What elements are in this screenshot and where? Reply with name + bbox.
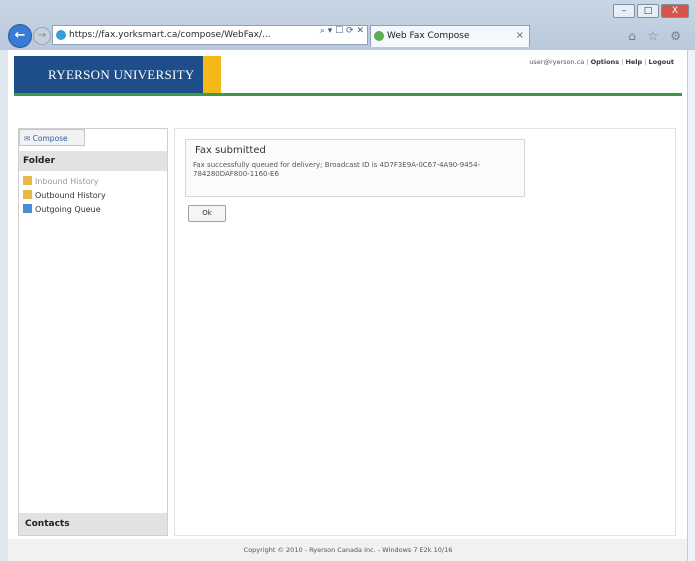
- address-bar[interactable]: https://fax.yorksmart.ca/compose/WebFax/…: [52, 25, 368, 45]
- inbound-history-icon: [23, 176, 32, 185]
- maximize-button[interactable]: □: [637, 4, 659, 18]
- compose-icon: ✉: [24, 134, 33, 143]
- close-window-button[interactable]: X: [661, 4, 689, 18]
- tab-close-icon[interactable]: ×: [516, 26, 524, 46]
- sidebar: ✉ Compose Folder Inbound History Outboun…: [18, 128, 168, 536]
- sidebar-item-inbound-history[interactable]: Inbound History: [23, 176, 99, 186]
- vertical-scrollbar[interactable]: [687, 50, 695, 561]
- window-controls: – □ X: [613, 4, 689, 18]
- outgoing-queue-icon: [23, 204, 32, 213]
- user-email: user@ryerson.ca: [529, 58, 585, 66]
- address-tools-icon[interactable]: ⌕ ▾ ☐ ⟳ ✕: [316, 26, 364, 36]
- outbound-history-icon: [23, 190, 32, 199]
- site-icon: [56, 30, 66, 40]
- sidebar-item-label: Outgoing Queue: [35, 205, 101, 214]
- logout-link[interactable]: Logout: [649, 58, 674, 66]
- folder-heading: Folder: [19, 151, 167, 171]
- browser-tool-icons[interactable]: ⌂ ☆ ⚙: [628, 29, 685, 43]
- forward-button[interactable]: →: [33, 27, 51, 45]
- options-link[interactable]: Options: [591, 58, 619, 66]
- sidebar-item-label: Inbound History: [35, 177, 99, 186]
- tab-favicon-icon: [374, 31, 384, 41]
- tab-title: Web Fax Compose: [387, 31, 470, 41]
- logo-text: RYERSON UNIVERSITY: [48, 67, 195, 82]
- compose-label: Compose: [32, 134, 68, 143]
- header-divider: [14, 93, 682, 96]
- main-content: Fax submitted Fax successfully queued fo…: [174, 128, 676, 536]
- sidebar-item-outbound-history[interactable]: Outbound History: [23, 190, 106, 200]
- sidebar-item-outgoing-queue[interactable]: Outgoing Queue: [23, 204, 101, 214]
- address-text: https://fax.yorksmart.ca/compose/WebFax/…: [69, 30, 271, 40]
- fax-submitted-panel: Fax submitted Fax successfully queued fo…: [185, 139, 525, 197]
- fax-submitted-title: Fax submitted: [195, 145, 266, 156]
- tab-web-fax-compose[interactable]: Web Fax Compose ×: [370, 25, 530, 47]
- footer-copyright: Copyright © 2010 - Ryerson Canada Inc. -…: [8, 539, 688, 561]
- user-links: user@ryerson.ca | Options | Help | Logou…: [529, 58, 674, 66]
- sidebar-item-label: Outbound History: [35, 191, 106, 200]
- help-link[interactable]: Help: [625, 58, 642, 66]
- minimize-button[interactable]: –: [613, 4, 635, 18]
- logo-accent: [203, 56, 221, 94]
- fax-submitted-message: Fax successfully queued for delivery; Br…: [193, 161, 481, 178]
- browser-toolbar: – □ X ← → https://fax.yorksmart.ca/compo…: [0, 0, 695, 50]
- back-button[interactable]: ←: [8, 24, 32, 48]
- ok-button[interactable]: Ok: [188, 205, 226, 222]
- compose-tab[interactable]: ✉ Compose: [19, 129, 85, 146]
- web-page: RYERSON UNIVERSITY user@ryerson.ca | Opt…: [8, 50, 688, 561]
- contacts-heading[interactable]: Contacts: [19, 513, 167, 535]
